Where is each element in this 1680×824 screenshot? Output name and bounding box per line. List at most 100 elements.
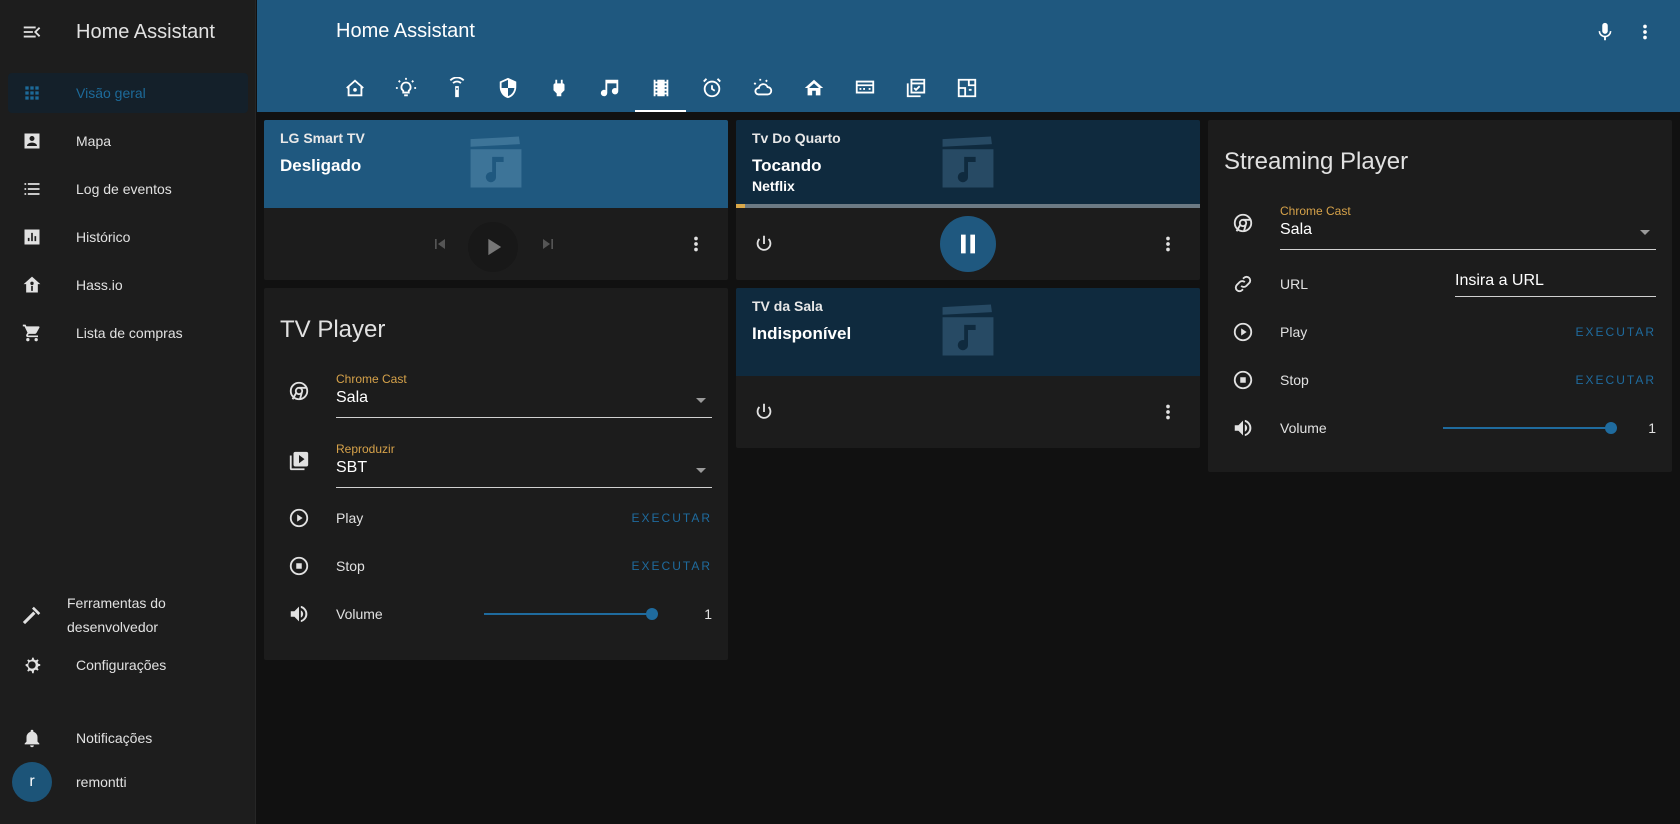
play-circle-icon [280, 507, 320, 529]
sidebar-item-label: Histórico [76, 229, 131, 245]
tab-bulb-icon[interactable] [380, 64, 431, 112]
media-card-header: TV da Sala Indisponível [736, 288, 1200, 376]
pause-icon[interactable] [940, 216, 996, 272]
tab-plug-icon[interactable] [533, 64, 584, 112]
tab-projector-icon[interactable] [839, 64, 890, 112]
tab-house-icon[interactable] [788, 64, 839, 112]
volume-row: Volume 1 [280, 594, 712, 634]
reproduzir-select[interactable]: Reproduzir SBT [336, 442, 712, 488]
user-name: remontti [76, 774, 127, 790]
movie-placeholder-icon [936, 302, 1000, 358]
slider-knob[interactable] [1605, 422, 1617, 434]
sidebar-item-lista-de-compras[interactable]: Lista de compras [8, 313, 248, 353]
row-name: Stop [336, 558, 365, 574]
power-icon[interactable] [752, 400, 776, 424]
volume-slider[interactable] [1443, 422, 1617, 434]
google-chrome-icon [1224, 212, 1264, 234]
select-value: Sala [1280, 221, 1313, 238]
stop-execute-button[interactable]: EXECUTAR [1576, 373, 1656, 387]
sidebar-item-user[interactable]: r remontti [8, 762, 248, 802]
sidebar-item-historico[interactable]: Histórico [8, 217, 248, 257]
sidebar-title: Home Assistant [76, 20, 215, 43]
tab-film-icon[interactable] [635, 64, 686, 112]
play-row: Play EXECUTAR [1224, 312, 1656, 352]
stop-execute-button[interactable]: EXECUTAR [632, 559, 712, 573]
dropdown-arrow-icon [1640, 230, 1650, 235]
media-controls [736, 208, 1200, 280]
tv-player-card: TV Player Chrome Cast Sala Reproduzir SB… [264, 288, 728, 660]
media-card-tv-do-quarto: Tv Do Quarto Tocando Netflix [736, 120, 1200, 280]
sidebar-item-visao-geral[interactable]: Visão geral [8, 73, 248, 113]
sidebar-item-label: Hass.io [76, 277, 123, 293]
play-execute-button[interactable]: EXECUTAR [632, 511, 712, 525]
select-label: Reproduzir [336, 442, 395, 456]
avatar: r [12, 762, 52, 802]
more-vertical-icon[interactable] [1627, 14, 1663, 50]
tab-calendar-icon[interactable] [890, 64, 941, 112]
tab-shield-icon[interactable] [482, 64, 533, 112]
previous-track-icon[interactable] [428, 232, 452, 256]
media-controls [264, 208, 728, 280]
chrome-cast-select[interactable]: Chrome Cast Sala [336, 372, 712, 418]
stop-circle-icon [1224, 369, 1264, 391]
playlist-play-icon [280, 450, 320, 472]
sidebar-item-configuracoes[interactable]: Configurações [8, 645, 248, 685]
sidebar-item-notificacoes[interactable]: Notificações [8, 718, 248, 758]
play-icon[interactable] [468, 222, 518, 272]
sidebar-item-mapa[interactable]: Mapa [8, 121, 248, 161]
media-card-tv-da-sala: TV da Sala Indisponível [736, 288, 1200, 448]
play-circle-icon [1224, 321, 1264, 343]
tab-alarm-icon[interactable] [686, 64, 737, 112]
volume-high-icon [280, 603, 320, 625]
slider-knob[interactable] [646, 608, 658, 620]
select-value: Sala [336, 389, 369, 406]
card-title: TV Player [280, 316, 386, 343]
play-row: Play EXECUTAR [280, 498, 712, 538]
microphone-icon[interactable] [1587, 14, 1623, 50]
more-vertical-icon[interactable] [684, 232, 708, 256]
media-card-header: LG Smart TV Desligado [264, 120, 728, 208]
map-account-icon [8, 131, 56, 151]
url-input[interactable]: Insira a URL [1455, 272, 1656, 297]
chrome-cast-select[interactable]: Chrome Cast Sala [1280, 204, 1656, 250]
menu-toggle-icon[interactable] [0, 0, 64, 64]
card-title: Streaming Player [1224, 148, 1409, 175]
chart-icon [8, 227, 56, 247]
page-title: Home Assistant [336, 20, 475, 42]
media-card-header: Tv Do Quarto Tocando Netflix [736, 120, 1200, 208]
tab-music-icon[interactable] [584, 64, 635, 112]
row-name: Play [336, 510, 364, 526]
sidebar-item-label: Notificações [76, 730, 153, 746]
view-tabs [329, 64, 992, 112]
row-name: Volume [1280, 420, 1327, 436]
power-icon[interactable] [752, 232, 776, 256]
more-vertical-icon[interactable] [1156, 232, 1180, 256]
grid-icon [8, 83, 56, 103]
movie-placeholder-icon [464, 134, 528, 190]
volume-value: 1 [1648, 420, 1656, 436]
volume-value: 1 [704, 606, 712, 622]
google-chrome-icon [280, 380, 320, 402]
volume-high-icon [1224, 417, 1264, 439]
select-label: Chrome Cast [336, 372, 407, 386]
more-vertical-icon[interactable] [1156, 400, 1180, 424]
play-execute-button[interactable]: EXECUTAR [1576, 325, 1656, 339]
row-name: Stop [1280, 372, 1309, 388]
sidebar-item-ferramentas[interactable]: Ferramentas do desenvolvedor [8, 589, 248, 641]
sidebar-item-log-de-eventos[interactable]: Log de eventos [8, 169, 248, 209]
next-track-icon[interactable] [536, 232, 560, 256]
tab-weather-icon[interactable] [737, 64, 788, 112]
sidebar-item-hassio[interactable]: Hass.io [8, 265, 248, 305]
hammer-icon [8, 604, 56, 626]
tab-remote-icon[interactable] [431, 64, 482, 112]
tab-floorplan-icon[interactable] [941, 64, 992, 112]
sidebar-item-label: Lista de compras [76, 325, 183, 341]
app-header: Home Assistant [257, 0, 1680, 112]
streaming-player-card: Streaming Player Chrome Cast Sala URL In… [1208, 120, 1672, 472]
stop-circle-icon [280, 555, 320, 577]
volume-slider[interactable] [484, 608, 658, 620]
movie-placeholder-icon [936, 134, 1000, 190]
select-value: SBT [336, 459, 368, 476]
stop-row: Stop EXECUTAR [1224, 360, 1656, 400]
tab-home-icon[interactable] [329, 64, 380, 112]
